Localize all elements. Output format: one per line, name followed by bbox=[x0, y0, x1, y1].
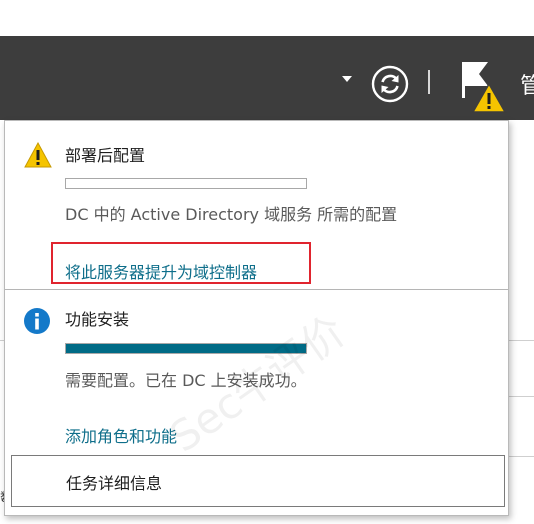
task-details-button[interactable]: 任务详细信息 bbox=[11, 455, 505, 507]
header-separator bbox=[428, 70, 430, 94]
notification-title-feature-install: 功能安装 bbox=[65, 310, 130, 329]
server-manager-header: 管 bbox=[0, 36, 534, 120]
highlight-annotation-box bbox=[51, 242, 311, 284]
notification-title-post-deployment: 部署后配置 bbox=[65, 146, 146, 165]
background-divider bbox=[509, 340, 534, 341]
warning-icon bbox=[24, 142, 52, 168]
progress-bar-feature-install bbox=[65, 343, 307, 354]
task-details-label: 任务详细信息 bbox=[66, 474, 163, 493]
caret-down-icon[interactable] bbox=[342, 76, 352, 82]
notification-description-feature-install: 需要配置。已在 DC 上安装成功。 bbox=[65, 371, 307, 390]
flag-warning-icon[interactable] bbox=[458, 60, 508, 114]
manage-menu-label[interactable]: 管 bbox=[520, 68, 534, 100]
progress-bar-post-deployment bbox=[65, 178, 307, 189]
background-divider bbox=[509, 456, 534, 457]
notifications-panel: 部署后配置 DC 中的 Active Directory 域服务 所需的配置 将… bbox=[4, 120, 509, 516]
background-divider bbox=[509, 396, 534, 397]
info-icon bbox=[24, 308, 50, 334]
add-roles-and-features-link[interactable]: 添加角色和功能 bbox=[65, 423, 177, 447]
progress-fill bbox=[66, 344, 306, 353]
notification-description-post-deployment: DC 中的 Active Directory 域服务 所需的配置 bbox=[65, 205, 398, 224]
notification-divider bbox=[5, 289, 508, 290]
top-blank-area bbox=[0, 0, 534, 36]
refresh-icon[interactable] bbox=[371, 65, 409, 103]
